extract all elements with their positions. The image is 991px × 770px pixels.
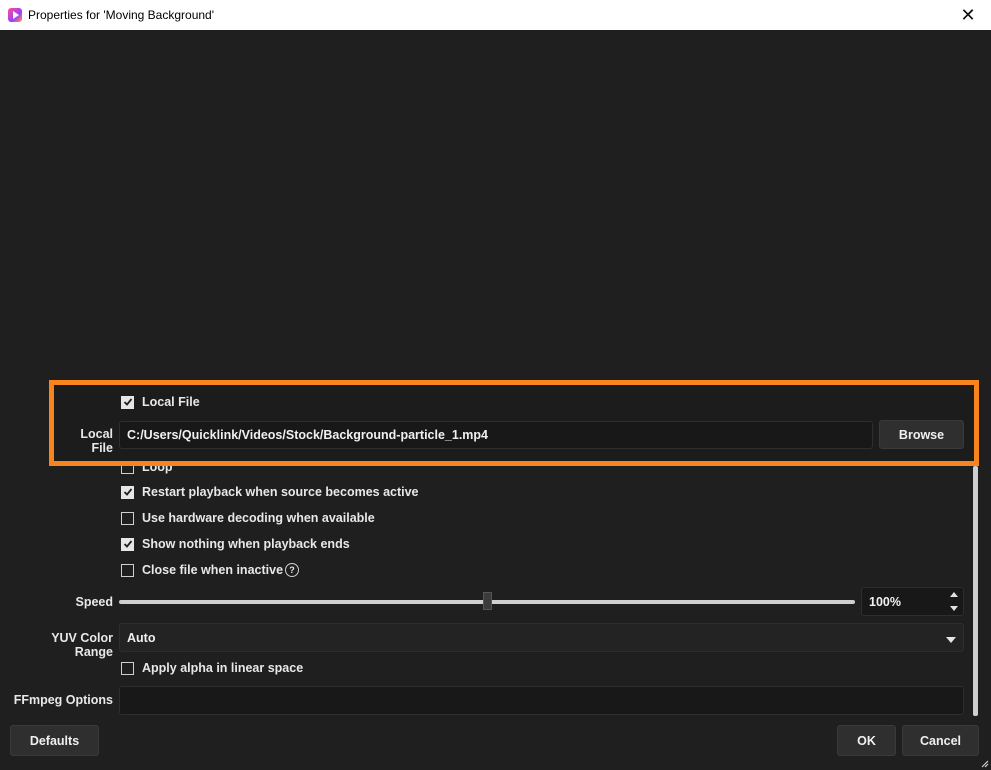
spin-arrows[interactable]: [945, 588, 963, 615]
scrollbar[interactable]: [973, 466, 978, 716]
hardware-decoding-row[interactable]: Use hardware decoding when available: [121, 509, 375, 527]
checkbox-show-nothing[interactable]: [121, 537, 134, 551]
help-icon[interactable]: ?: [285, 563, 300, 577]
resize-grip-icon[interactable]: [981, 760, 989, 768]
checkbox-restart-playback[interactable]: [121, 485, 134, 499]
yuv-color-range-label: YUV Color Range: [51, 631, 113, 659]
show-nothing-label: Show nothing when playback ends: [142, 537, 350, 551]
local-file-path-input[interactable]: C:/Users/Quicklink/Videos/Stock/Backgrou…: [119, 421, 873, 449]
close-icon[interactable]: ✕: [945, 0, 991, 30]
spin-down-icon[interactable]: [950, 605, 958, 611]
hardware-decoding-label: Use hardware decoding when available: [142, 511, 375, 525]
checkbox-apply-alpha[interactable]: [121, 661, 134, 675]
app-logo-icon: [8, 8, 22, 22]
speed-slider-thumb[interactable]: [483, 592, 492, 610]
show-nothing-row[interactable]: Show nothing when playback ends: [121, 535, 350, 553]
apply-alpha-label: Apply alpha in linear space: [142, 661, 304, 675]
speed-value: 100%: [869, 594, 901, 609]
restart-playback-row[interactable]: Restart playback when source becomes act…: [121, 483, 419, 501]
checkbox-close-when-inactive[interactable]: [121, 563, 134, 577]
ffmpeg-options-input[interactable]: [119, 686, 964, 715]
local-file-toggle-label: Local File: [142, 395, 200, 409]
chevron-down-icon: [946, 637, 956, 643]
speed-label: Speed: [75, 595, 113, 609]
speed-spinbox[interactable]: 100%: [861, 587, 964, 616]
close-when-inactive-row[interactable]: Close file when inactive ?: [121, 561, 300, 579]
close-when-inactive-label: Close file when inactive: [142, 563, 284, 577]
yuv-color-range-select[interactable]: Auto: [119, 623, 964, 652]
checkbox-local-file[interactable]: [121, 395, 134, 409]
restart-playback-label: Restart playback when source becomes act…: [142, 485, 419, 499]
window-title: Properties for 'Moving Background': [28, 8, 215, 22]
title-bar: Properties for 'Moving Background' ✕: [0, 0, 991, 30]
defaults-button[interactable]: Defaults: [10, 725, 99, 756]
apply-alpha-row[interactable]: Apply alpha in linear space: [121, 659, 303, 677]
yuv-selected-value: Auto: [127, 630, 156, 645]
ffmpeg-options-label: FFmpeg Options: [13, 693, 113, 707]
spin-up-icon[interactable]: [950, 592, 958, 598]
cancel-button[interactable]: Cancel: [902, 725, 979, 756]
source-preview: [0, 30, 991, 378]
ok-button[interactable]: OK: [837, 725, 896, 756]
browse-button[interactable]: Browse: [879, 420, 964, 449]
local-file-label: Local File: [80, 427, 113, 455]
local-file-checkbox-row[interactable]: Local File: [121, 393, 200, 411]
checkbox-hardware-decoding[interactable]: [121, 511, 134, 525]
